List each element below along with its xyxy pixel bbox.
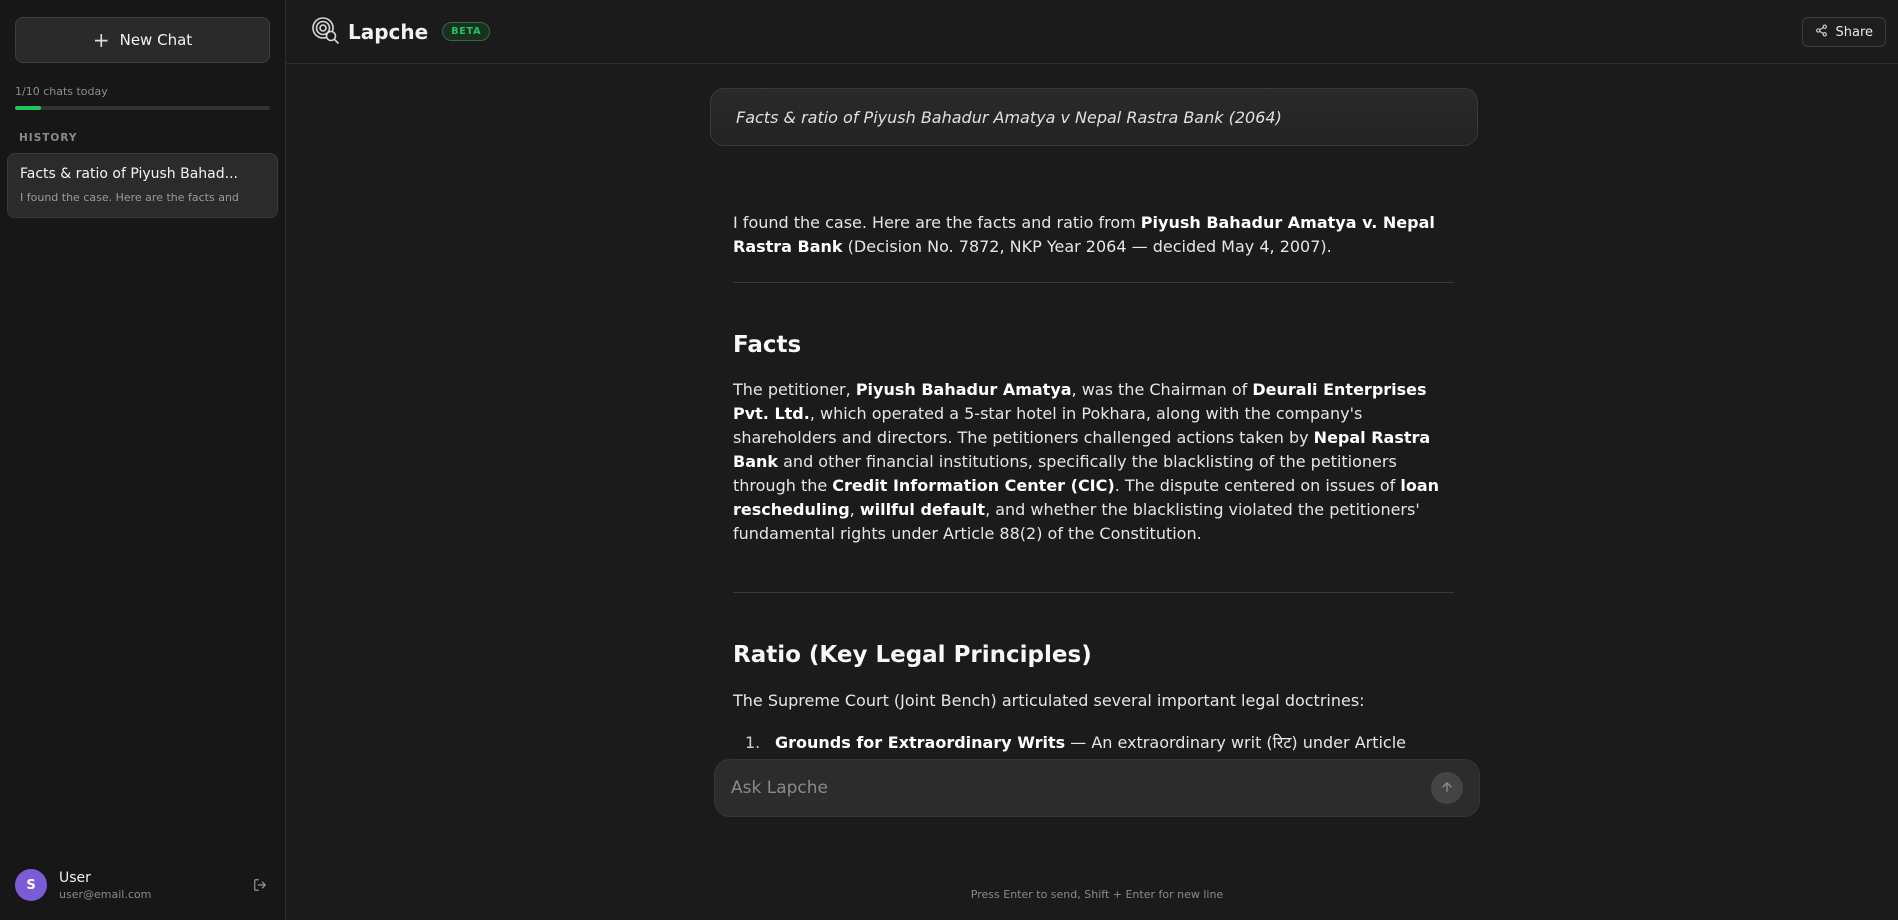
ask-input[interactable] bbox=[731, 778, 1431, 798]
intro-citation: (Decision No. 7872, NKP Year 2064 — deci… bbox=[842, 237, 1332, 256]
arrow-up-icon bbox=[1440, 779, 1454, 798]
section-divider bbox=[733, 592, 1454, 593]
list-item-bold: Grounds for Extraordinary Writs bbox=[775, 733, 1066, 752]
facts-text: The petitioner, bbox=[733, 380, 856, 399]
logout-icon[interactable] bbox=[250, 875, 270, 895]
facts-text: . The dispute centered on issues of bbox=[1114, 476, 1401, 495]
facts-text: , bbox=[849, 500, 860, 519]
section-divider bbox=[733, 282, 1454, 283]
facts-bold: Piyush Bahadur Amatya bbox=[855, 380, 1072, 399]
share-button[interactable]: Share bbox=[1802, 17, 1886, 47]
intro-text: I found the case. Here are the facts and… bbox=[733, 213, 1141, 232]
chat-thread[interactable]: Facts & ratio of Piyush Bahadur Amatya v… bbox=[286, 64, 1898, 810]
user-email: user@email.com bbox=[59, 887, 152, 901]
user-query-bubble: Facts & ratio of Piyush Bahadur Amatya v… bbox=[710, 88, 1478, 146]
usage-progress-bar bbox=[15, 106, 270, 110]
new-chat-button[interactable]: + New Chat bbox=[15, 17, 270, 63]
composer-hint: Press Enter to send, Shift + Enter for n… bbox=[970, 888, 1224, 901]
assistant-answer: I found the case. Here are the facts and… bbox=[733, 211, 1454, 779]
user-profile: S User user@email.com bbox=[0, 850, 285, 920]
chat-composer bbox=[714, 759, 1480, 817]
new-chat-label: New Chat bbox=[119, 31, 193, 49]
history-item-snippet: I found the case. Here are the facts and bbox=[20, 191, 239, 204]
plus-icon: + bbox=[92, 28, 110, 52]
usage-progress-fill bbox=[15, 106, 41, 110]
logo-icon bbox=[310, 15, 340, 49]
app-name: Lapche bbox=[348, 19, 429, 44]
logo[interactable]: Lapche BETA bbox=[310, 15, 491, 49]
history-heading: HISTORY bbox=[19, 132, 78, 144]
share-icon bbox=[1815, 24, 1828, 41]
facts-bold: willful default bbox=[859, 500, 986, 519]
user-info: User user@email.com bbox=[59, 870, 250, 901]
history-item-title: Facts & ratio of Piyush Bahad... bbox=[20, 166, 238, 182]
usage-text: 1/10 chats today bbox=[15, 85, 108, 98]
history-item[interactable]: Facts & ratio of Piyush Bahad... I found… bbox=[7, 153, 278, 218]
app-root: + New Chat 1/10 chats today HISTORY Fact… bbox=[0, 0, 1898, 920]
send-button[interactable] bbox=[1431, 772, 1463, 804]
facts-heading: Facts bbox=[733, 332, 802, 358]
ratio-heading: Ratio (Key Legal Principles) bbox=[733, 642, 1092, 668]
top-bar: Lapche BETA Share bbox=[286, 0, 1898, 64]
facts-text: , which operated a 5-star hotel in Pokha… bbox=[733, 404, 1363, 447]
main-panel: Lapche BETA Share Facts & ratio of Piyus… bbox=[286, 0, 1898, 920]
share-label: Share bbox=[1835, 24, 1873, 40]
facts-paragraph: The petitioner, Piyush Bahadur Amatya, w… bbox=[733, 378, 1454, 546]
beta-badge: BETA bbox=[442, 22, 491, 41]
sidebar: + New Chat 1/10 chats today HISTORY Fact… bbox=[0, 0, 286, 920]
user-name: User bbox=[59, 869, 91, 886]
ratio-intro: The Supreme Court (Joint Bench) articula… bbox=[733, 691, 1365, 710]
avatar[interactable]: S bbox=[15, 869, 47, 901]
answer-intro: I found the case. Here are the facts and… bbox=[733, 211, 1454, 259]
facts-bold: Credit Information Center (CIC) bbox=[832, 476, 1115, 495]
facts-text: , was the Chairman of bbox=[1071, 380, 1253, 399]
